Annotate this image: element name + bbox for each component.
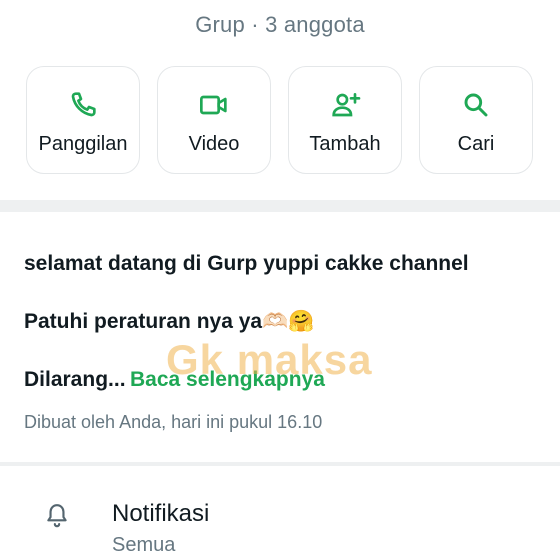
video-label: Video xyxy=(188,133,240,155)
add-person-icon xyxy=(329,89,361,121)
description-rules: Patuhi peraturan nya ya🫶🏻🤗 xyxy=(24,310,544,334)
call-button[interactable]: Panggilan xyxy=(26,66,140,174)
created-info: Dibuat oleh Anda, hari ini pukul 16.10 xyxy=(24,412,323,432)
add-member-button[interactable]: Tambah xyxy=(288,66,402,174)
read-more-link[interactable]: Baca selengkapnya xyxy=(130,368,325,391)
video-icon xyxy=(198,89,230,121)
section-divider-2 xyxy=(0,462,560,466)
group-subtitle: Grup · 3 anggota xyxy=(195,12,365,37)
call-label: Panggilan xyxy=(38,133,128,155)
section-divider xyxy=(0,200,560,212)
description-line-2: Patuhi peraturan nya ya🫶🏻🤗 xyxy=(24,310,315,333)
notifications-value: Semua xyxy=(112,534,176,556)
action-buttons: Panggilan Video Tambah Cari xyxy=(0,66,560,176)
search-button[interactable]: Cari xyxy=(419,66,533,174)
search-label: Cari xyxy=(457,133,495,155)
add-member-label: Tambah xyxy=(309,133,381,155)
group-description[interactable]: selamat datang di Gurp yuppi cakke chann… xyxy=(24,252,544,276)
description-line-3-row: Dilarang... Baca selengkapnya xyxy=(24,368,544,392)
video-button[interactable]: Video xyxy=(157,66,271,174)
phone-icon xyxy=(67,89,99,121)
notifications-title: Notifikasi xyxy=(112,500,210,527)
description-line-3: Dilarang... xyxy=(24,368,126,391)
search-icon xyxy=(460,89,492,121)
created-info-row: Dibuat oleh Anda, hari ini pukul 16.10 xyxy=(24,412,544,433)
description-line-1: selamat datang di Gurp yuppi cakke chann… xyxy=(24,252,469,275)
bell-icon xyxy=(44,502,70,530)
